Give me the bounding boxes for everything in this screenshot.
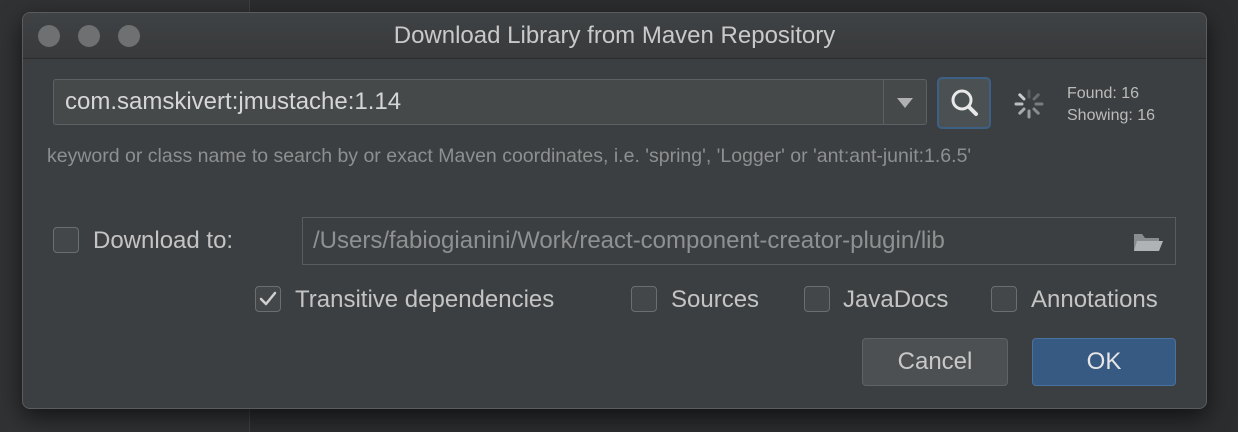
javadocs-label[interactable]: JavaDocs — [843, 286, 948, 314]
showing-count: Showing: 16 — [1067, 107, 1156, 124]
maven-download-dialog: Download Library from Maven Repository F… — [22, 12, 1207, 409]
download-path-input[interactable] — [303, 218, 1123, 264]
search-hint: keyword or class name to search by or ex… — [47, 145, 972, 167]
cancel-button[interactable]: Cancel — [862, 338, 1008, 386]
checkmark-icon — [259, 291, 277, 306]
sources-label[interactable]: Sources — [671, 286, 759, 314]
chevron-down-icon[interactable] — [884, 80, 926, 124]
annotations-label[interactable]: Annotations — [1031, 286, 1158, 314]
folder-open-icon[interactable] — [1132, 230, 1164, 254]
search-button[interactable] — [937, 77, 991, 129]
ok-button[interactable]: OK — [1032, 338, 1176, 386]
dialog-title: Download Library from Maven Repository — [393, 22, 836, 49]
search-input[interactable] — [54, 80, 882, 124]
transitive-dependencies-checkbox[interactable] — [255, 286, 281, 312]
download-path-field[interactable] — [302, 217, 1176, 265]
download-to-checkbox[interactable] — [53, 227, 79, 253]
title-bar: Download Library from Maven Repository — [23, 13, 1206, 59]
search-icon — [951, 89, 978, 116]
loading-spinner-icon — [1014, 89, 1044, 119]
sources-checkbox[interactable] — [631, 286, 657, 312]
results-count: Found: 16 Showing: 16 — [1067, 83, 1155, 127]
found-count: Found: 16 — [1067, 85, 1140, 102]
transitive-dependencies-label[interactable]: Transitive dependencies — [295, 286, 554, 314]
search-combobox[interactable] — [53, 79, 927, 125]
download-to-label[interactable]: Download to: — [93, 227, 233, 255]
annotations-checkbox[interactable] — [991, 286, 1017, 312]
javadocs-checkbox[interactable] — [804, 286, 830, 312]
